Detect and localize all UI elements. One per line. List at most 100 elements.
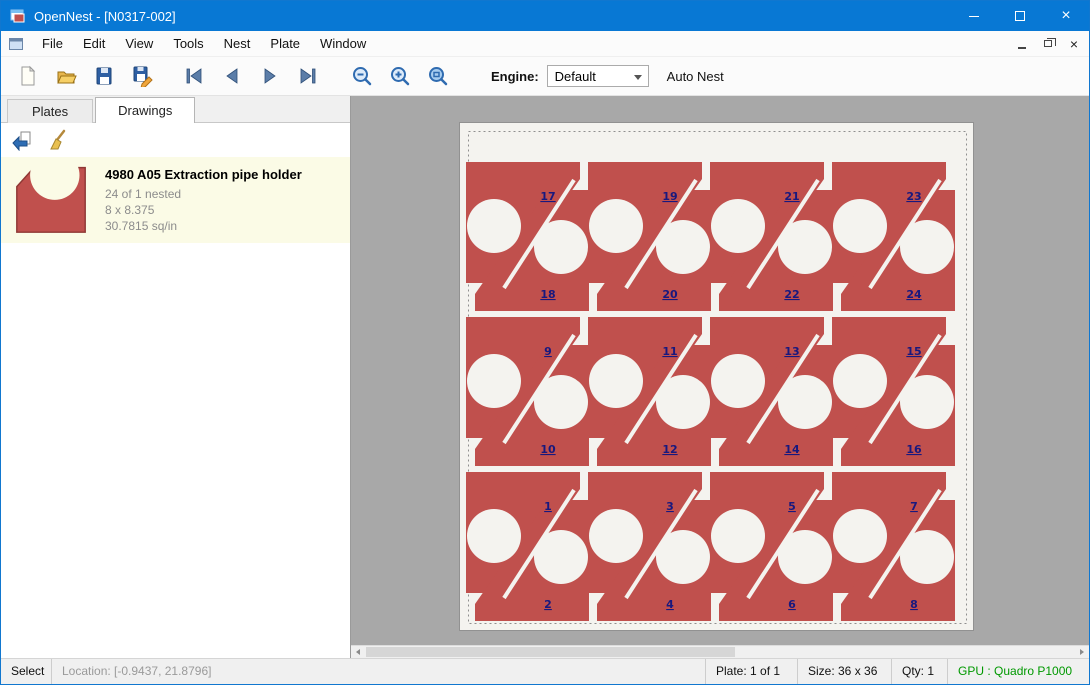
status-location: Location: [-0.9437, 21.8796] (51, 659, 221, 684)
title-bar: OpenNest - [N0317-002] × (1, 1, 1089, 31)
menu-edit[interactable]: Edit (73, 32, 115, 55)
pipe-cradle-hole (778, 220, 832, 274)
scrollbar-thumb[interactable] (366, 647, 735, 657)
menu-window[interactable]: Window (310, 32, 376, 55)
broom-icon (47, 129, 69, 151)
mdi-restore-button[interactable] (1039, 35, 1057, 53)
pipe-cradle-hole (589, 354, 643, 408)
pipe-cradle-hole (833, 354, 887, 408)
part-number-label: 4 (666, 598, 674, 611)
nav-next-icon (259, 65, 281, 87)
part-number-label: 8 (910, 598, 918, 611)
nest-drawing: 171819202122232491011121314151612345678 (460, 123, 975, 632)
drawing-size: 8 x 8.375 (105, 202, 302, 218)
app-window: OpenNest - [N0317-002] × File Edit View … (0, 0, 1090, 685)
nest-pair[interactable]: 56 (710, 472, 833, 621)
main-toolbar: Engine: Default Auto Nest (1, 57, 1089, 96)
nest-pair[interactable]: 78 (832, 472, 955, 621)
part-number-label: 13 (784, 345, 799, 358)
import-icon (11, 129, 33, 151)
menu-file[interactable]: File (32, 32, 73, 55)
pipe-cradle-hole (900, 375, 954, 429)
part-thumbnail (9, 160, 93, 241)
part-number-label: 10 (540, 443, 556, 456)
nest-pair[interactable]: 1516 (832, 317, 955, 466)
maximize-button[interactable] (997, 1, 1043, 31)
drawing-list-item[interactable]: 4980 A05 Extraction pipe holder 24 of 1 … (1, 157, 350, 243)
pipe-cradle-hole (656, 530, 710, 584)
menu-tools[interactable]: Tools (163, 32, 213, 55)
part-number-label: 24 (906, 288, 922, 301)
part-number-label: 5 (788, 500, 796, 513)
chevron-down-icon (634, 75, 642, 80)
part-number-label: 7 (910, 500, 918, 513)
status-qty: Qty: 1 (891, 659, 947, 684)
pipe-cradle-hole (656, 220, 710, 274)
app-icon (10, 8, 26, 24)
nest-pair[interactable]: 23 24 (832, 162, 955, 311)
plate-sheet: 171819202122232491011121314151612345678 (459, 122, 974, 631)
new-file-icon (17, 65, 39, 87)
pipe-cradle-hole (656, 375, 710, 429)
canvas-area[interactable]: 171819202122232491011121314151612345678 (351, 96, 1089, 658)
zoom-in-icon (389, 65, 411, 87)
part-number-label: 20 (662, 288, 678, 301)
minimize-button[interactable] (951, 1, 997, 31)
maximize-icon (1015, 11, 1025, 21)
scrollbar-track[interactable] (365, 646, 1075, 658)
nest-pair[interactable]: 34 (588, 472, 711, 621)
pipe-cradle-hole (467, 354, 521, 408)
engine-select[interactable]: Default (547, 65, 649, 87)
zoom-out-button[interactable] (347, 61, 377, 91)
pipe-cradle-hole (534, 530, 588, 584)
nest-pair[interactable]: 1112 (588, 317, 711, 466)
tab-plates[interactable]: Plates (7, 99, 93, 123)
open-folder-icon (55, 65, 77, 87)
zoom-fit-button[interactable] (423, 61, 453, 91)
auto-nest-button[interactable]: Auto Nest (667, 69, 724, 84)
mdi-minimize-button[interactable] (1013, 35, 1031, 53)
new-file-button[interactable] (13, 61, 43, 91)
drawing-title: 4980 A05 Extraction pipe holder (105, 167, 302, 182)
save-button[interactable] (89, 61, 119, 91)
nest-pair[interactable]: 910 (466, 317, 589, 466)
save-as-button[interactable] (127, 61, 157, 91)
zoom-in-button[interactable] (385, 61, 415, 91)
open-file-button[interactable] (51, 61, 81, 91)
pipe-cradle-hole (833, 509, 887, 563)
nav-prev-button[interactable] (217, 61, 247, 91)
zoom-fit-icon (427, 65, 449, 87)
engine-label: Engine: (491, 69, 539, 84)
save-as-icon (131, 65, 153, 87)
nav-last-button[interactable] (293, 61, 323, 91)
menu-view[interactable]: View (115, 32, 163, 55)
scroll-right-button[interactable] (1075, 646, 1089, 658)
part-number-label: 23 (906, 190, 921, 203)
tab-drawings[interactable]: Drawings (95, 97, 195, 123)
part-number-label: 22 (784, 288, 799, 301)
nest-pair[interactable]: 1718 (466, 162, 589, 311)
nest-pair[interactable]: 1314 (710, 317, 833, 466)
pipe-cradle-hole (534, 375, 588, 429)
menu-nest[interactable]: Nest (214, 32, 261, 55)
nest-pair[interactable]: 1920 (588, 162, 711, 311)
pipe-cradle-hole (589, 509, 643, 563)
drawings-toolbar (1, 123, 350, 157)
nest-pair[interactable]: 21 22 (710, 162, 833, 311)
part-number-label: 21 (784, 190, 799, 203)
nav-first-button[interactable] (179, 61, 209, 91)
nav-next-button[interactable] (255, 61, 285, 91)
import-button[interactable] (7, 127, 37, 154)
close-button[interactable]: × (1043, 1, 1089, 31)
pipe-cradle-hole (778, 375, 832, 429)
nest-pair[interactable]: 12 (466, 472, 589, 621)
scroll-left-button[interactable] (351, 646, 365, 658)
mdi-close-button[interactable]: × (1065, 35, 1083, 53)
scroll-right-icon (1080, 649, 1084, 655)
minimize-icon (969, 16, 979, 17)
horizontal-scrollbar[interactable] (351, 645, 1089, 658)
menu-plate[interactable]: Plate (260, 32, 310, 55)
clean-button[interactable] (43, 127, 73, 154)
panel-tabs: Plates Drawings (1, 96, 350, 123)
nav-first-icon (183, 65, 205, 87)
